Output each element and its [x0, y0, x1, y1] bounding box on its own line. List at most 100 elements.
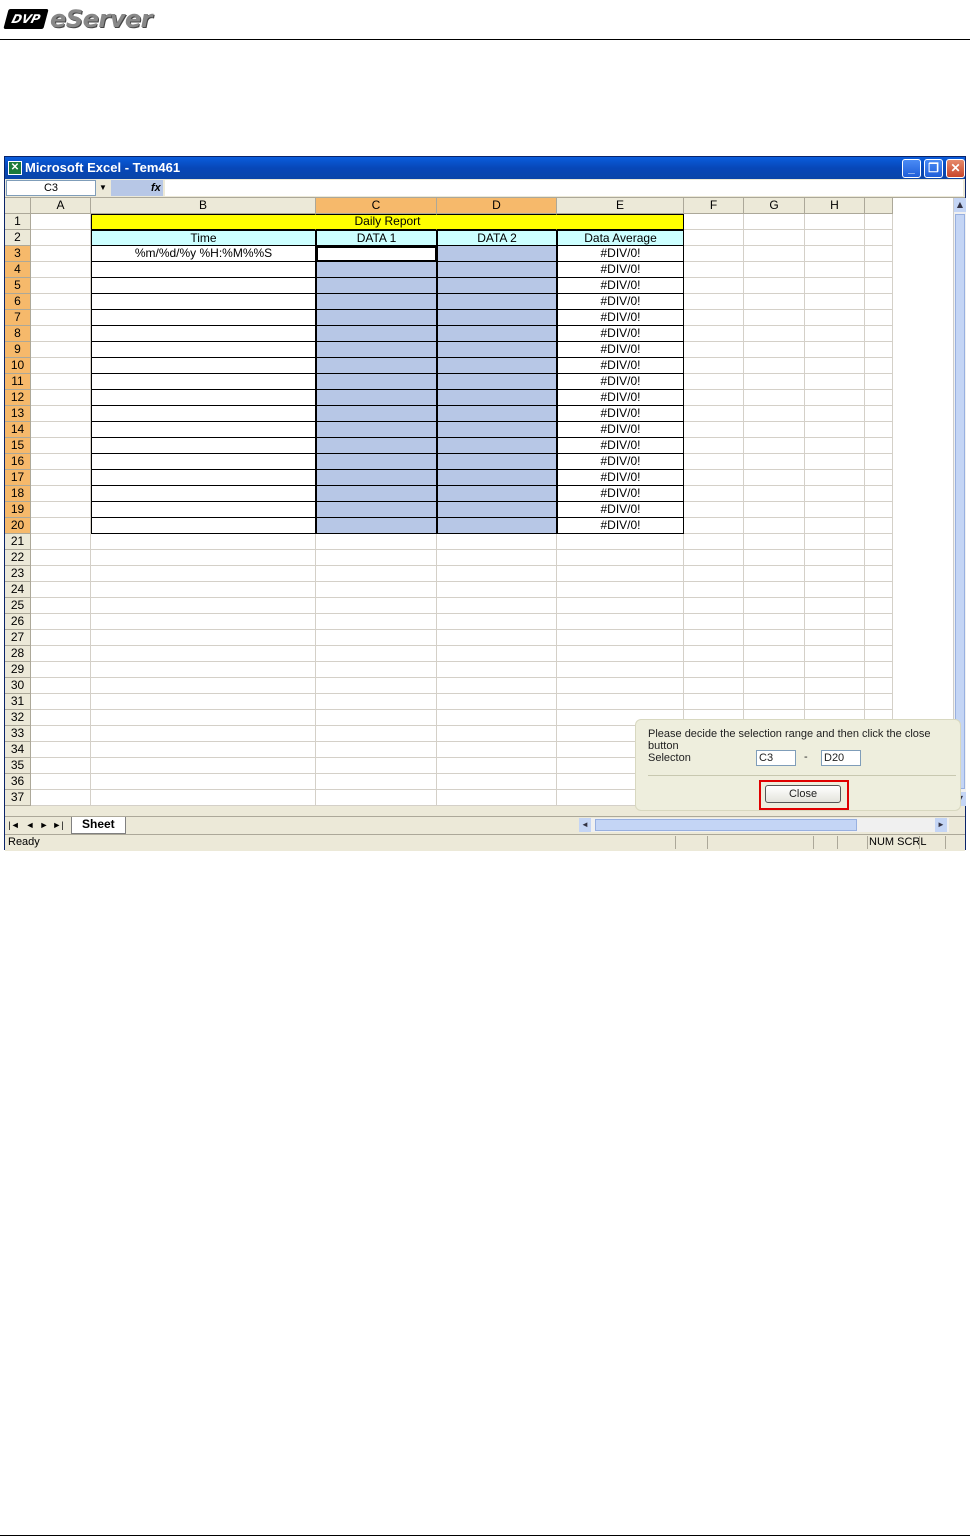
cell[interactable]	[684, 646, 744, 662]
cell[interactable]	[865, 294, 893, 310]
cell[interactable]	[91, 470, 316, 486]
cell[interactable]	[684, 310, 744, 326]
close-button[interactable]: Close	[765, 785, 841, 803]
cell[interactable]	[744, 214, 805, 230]
cell[interactable]	[805, 310, 865, 326]
cell[interactable]	[437, 726, 557, 742]
cell[interactable]	[744, 422, 805, 438]
cell[interactable]	[437, 342, 557, 358]
cell[interactable]	[437, 294, 557, 310]
cell[interactable]	[31, 534, 91, 550]
cell[interactable]	[316, 262, 437, 278]
cell[interactable]	[684, 582, 744, 598]
cell[interactable]	[437, 470, 557, 486]
cell[interactable]	[744, 646, 805, 662]
cell[interactable]	[805, 598, 865, 614]
cell[interactable]	[31, 326, 91, 342]
cell[interactable]	[684, 342, 744, 358]
cell[interactable]	[437, 518, 557, 534]
row-header-14[interactable]: 14	[5, 422, 31, 438]
cell[interactable]	[865, 694, 893, 710]
cell[interactable]	[437, 774, 557, 790]
spreadsheet-grid[interactable]: ABCDEFGHI1Daily Report2TimeDATA 1DATA 2D…	[5, 198, 953, 806]
cell[interactable]	[865, 342, 893, 358]
first-sheet-icon[interactable]: |◄	[7, 818, 21, 832]
cell[interactable]	[31, 214, 91, 230]
column-header-b[interactable]: B	[91, 198, 316, 214]
cell[interactable]	[31, 454, 91, 470]
cell[interactable]	[31, 726, 91, 742]
cell[interactable]	[91, 582, 316, 598]
row-header-25[interactable]: 25	[5, 598, 31, 614]
cell[interactable]	[31, 342, 91, 358]
row-header-8[interactable]: 8	[5, 326, 31, 342]
cell[interactable]	[805, 662, 865, 678]
cell[interactable]	[865, 230, 893, 246]
cell[interactable]	[91, 598, 316, 614]
cell[interactable]	[865, 278, 893, 294]
range-from-input[interactable]: C3	[756, 750, 796, 766]
cell[interactable]	[316, 534, 437, 550]
cell[interactable]	[91, 454, 316, 470]
cell[interactable]	[684, 678, 744, 694]
cell[interactable]	[557, 678, 684, 694]
cell[interactable]	[557, 598, 684, 614]
cell[interactable]	[805, 646, 865, 662]
row-header-30[interactable]: 30	[5, 678, 31, 694]
row-header-22[interactable]: 22	[5, 550, 31, 566]
cell[interactable]	[31, 246, 91, 262]
tab-sheet[interactable]: Sheet	[71, 817, 126, 834]
cell[interactable]	[91, 678, 316, 694]
cell[interactable]	[744, 230, 805, 246]
cell[interactable]	[31, 566, 91, 582]
cell[interactable]	[31, 470, 91, 486]
cell[interactable]	[91, 710, 316, 726]
cell[interactable]	[316, 550, 437, 566]
cell[interactable]	[684, 422, 744, 438]
row-header-9[interactable]: 9	[5, 342, 31, 358]
cell[interactable]	[437, 310, 557, 326]
cell[interactable]	[805, 278, 865, 294]
cell[interactable]	[744, 614, 805, 630]
cell[interactable]	[316, 630, 437, 646]
cell[interactable]	[684, 230, 744, 246]
cell[interactable]	[865, 614, 893, 630]
cell[interactable]	[805, 390, 865, 406]
range-to-input[interactable]: D20	[821, 750, 861, 766]
restore-button[interactable]: ❐	[924, 159, 943, 178]
average-cell[interactable]: #DIV/0!	[557, 502, 684, 518]
horizontal-scroll-thumb[interactable]	[595, 819, 857, 831]
cell[interactable]	[744, 518, 805, 534]
cell[interactable]	[316, 470, 437, 486]
row-header-7[interactable]: 7	[5, 310, 31, 326]
cell[interactable]	[31, 598, 91, 614]
cell[interactable]	[684, 662, 744, 678]
cell[interactable]	[437, 246, 557, 262]
cell[interactable]	[805, 246, 865, 262]
cell[interactable]	[744, 598, 805, 614]
cell[interactable]	[91, 486, 316, 502]
average-cell[interactable]: #DIV/0!	[557, 294, 684, 310]
average-cell[interactable]: #DIV/0!	[557, 486, 684, 502]
cell[interactable]	[31, 374, 91, 390]
cell[interactable]	[316, 598, 437, 614]
row-header-20[interactable]: 20	[5, 518, 31, 534]
cell[interactable]	[684, 486, 744, 502]
cell[interactable]	[31, 742, 91, 758]
cell[interactable]	[805, 518, 865, 534]
cell[interactable]	[91, 550, 316, 566]
cell[interactable]	[805, 294, 865, 310]
cell[interactable]	[91, 726, 316, 742]
cell[interactable]	[91, 758, 316, 774]
close-window-button[interactable]: ✕	[946, 159, 965, 178]
cell[interactable]	[91, 518, 316, 534]
cell[interactable]	[437, 582, 557, 598]
cell[interactable]	[805, 374, 865, 390]
cell[interactable]	[437, 358, 557, 374]
cell[interactable]	[805, 678, 865, 694]
row-header-13[interactable]: 13	[5, 406, 31, 422]
cell[interactable]	[31, 422, 91, 438]
cell[interactable]	[865, 470, 893, 486]
table-header-cell[interactable]: Time	[91, 230, 316, 246]
fx-icon[interactable]: fx	[151, 180, 161, 196]
